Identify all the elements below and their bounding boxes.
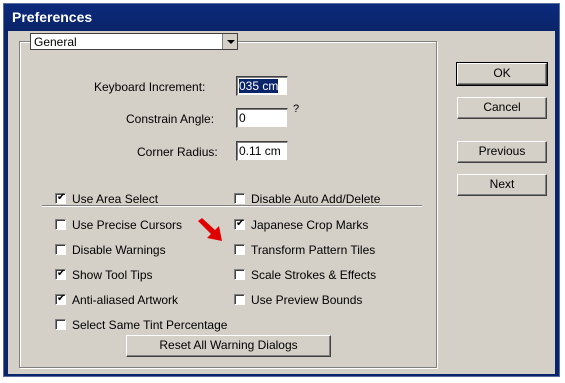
- chevron-down-icon[interactable]: [222, 34, 237, 49]
- select-same-tint-label: Select Same Tint Percentage: [72, 318, 228, 332]
- show-tool-tips-label: Show Tool Tips: [72, 268, 153, 282]
- scale-strokes-effects-label: Scale Strokes & Effects: [251, 268, 377, 282]
- keyboard-increment-value: 035 cm: [239, 79, 279, 93]
- disable-warnings-label: Disable Warnings: [72, 243, 166, 257]
- keyboard-increment-field[interactable]: 035 cm: [236, 76, 288, 96]
- ok-button[interactable]: OK: [456, 62, 548, 86]
- use-precise-cursors-label: Use Precise Cursors: [72, 218, 183, 232]
- checkbox-box[interactable]: [55, 219, 66, 230]
- checkbox-box[interactable]: [55, 191, 66, 205]
- corner-radius-field[interactable]: 0.11 cm: [236, 141, 288, 161]
- checkbox-box[interactable]: [55, 319, 66, 330]
- constrain-angle-label: Constrain Angle:: [126, 112, 215, 126]
- degree-symbol: ?: [293, 103, 300, 115]
- reset-warning-dialogs-button[interactable]: Reset All Warning Dialogs: [126, 335, 331, 357]
- checkbox-box[interactable]: [234, 269, 245, 280]
- use-preview-bounds-label: Use Preview Bounds: [251, 293, 363, 307]
- checkbox-box[interactable]: [55, 244, 66, 255]
- corner-radius-label: Corner Radius:: [137, 145, 218, 159]
- red-arrow-icon: [198, 218, 222, 241]
- anti-aliased-artwork-label: Anti-aliased Artwork: [72, 293, 179, 307]
- preferences-window: Preferences General Keyboard Increment: …: [3, 3, 560, 377]
- checkbox-box[interactable]: [234, 244, 245, 255]
- constrain-angle-field[interactable]: 0: [236, 108, 288, 128]
- title-bar[interactable]: Preferences: [4, 4, 559, 31]
- window-title: Preferences: [12, 9, 93, 25]
- keyboard-increment-label: Keyboard Increment:: [94, 80, 206, 94]
- checkbox-box[interactable]: [55, 267, 66, 281]
- japanese-crop-marks-label: Japanese Crop Marks: [251, 218, 369, 232]
- checkbox-box[interactable]: [234, 294, 245, 305]
- disable-auto-add-delete-label: Disable Auto Add/Delete: [251, 192, 381, 206]
- dialog-client: General Keyboard Increment: 035 cm Const…: [8, 31, 555, 374]
- transform-pattern-tiles-label: Transform Pattern Tiles: [251, 243, 376, 257]
- next-button[interactable]: Next: [457, 174, 547, 196]
- cancel-button[interactable]: Cancel: [457, 97, 547, 119]
- use-area-select-label: Use Area Select: [72, 192, 159, 206]
- section-dropdown-value: General: [34, 35, 77, 49]
- checkbox-box[interactable]: [234, 217, 245, 231]
- previous-button[interactable]: Previous: [457, 141, 547, 163]
- section-dropdown[interactable]: General: [30, 33, 238, 50]
- checkbox-box[interactable]: [55, 292, 66, 306]
- checkbox-box[interactable]: [234, 193, 245, 204]
